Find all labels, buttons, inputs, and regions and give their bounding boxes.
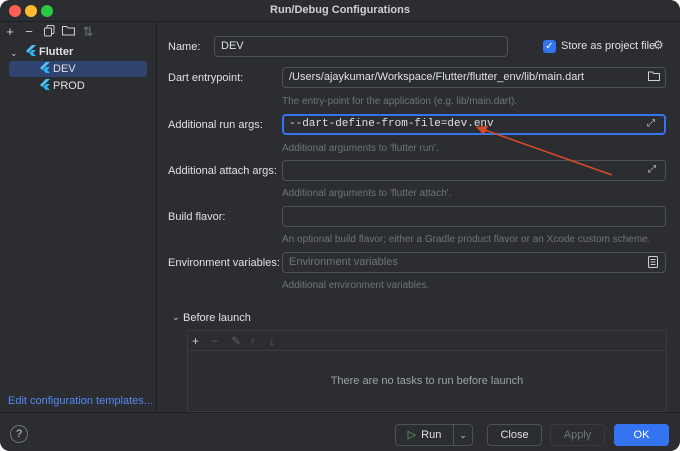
sort-icon[interactable]: ⇅ bbox=[81, 25, 95, 39]
tree-group-label: Flutter bbox=[39, 46, 74, 58]
tree-item-label: PROD bbox=[53, 80, 85, 92]
run-button-label: Run bbox=[421, 429, 442, 441]
edit-configuration-templates-link[interactable]: Edit configuration templates... bbox=[8, 395, 153, 407]
apply-button[interactable]: Apply bbox=[550, 424, 605, 446]
run-button[interactable]: ▷ Run ⌄ bbox=[395, 424, 473, 446]
additional-attach-args-label: Additional attach args: bbox=[168, 165, 277, 177]
folder-icon[interactable] bbox=[648, 71, 660, 83]
chevron-down-icon[interactable]: ⌄ bbox=[456, 425, 470, 445]
window-title: Run/Debug Configurations bbox=[270, 4, 410, 16]
edit-icon[interactable]: ✎ bbox=[231, 334, 241, 348]
build-flavor-hint: An optional build flavor; either a Gradl… bbox=[282, 234, 651, 245]
tree-selection-highlight bbox=[9, 61, 147, 77]
environment-variables-hint: Additional environment variables. bbox=[282, 280, 430, 291]
chevron-down-icon[interactable]: ⌄ bbox=[172, 312, 180, 323]
tree-item-label: DEV bbox=[53, 63, 76, 75]
before-launch-header[interactable]: Before launch bbox=[183, 312, 251, 324]
move-up-icon[interactable]: ↑ bbox=[250, 334, 256, 348]
additional-run-args-label: Additional run args: bbox=[168, 119, 263, 131]
dialog-footer: ? ▷ Run ⌄ Close Apply OK bbox=[0, 412, 680, 451]
help-button[interactable]: ? bbox=[10, 425, 28, 443]
ok-button[interactable]: OK bbox=[614, 424, 669, 446]
add-icon[interactable]: + bbox=[3, 25, 17, 39]
name-label: Name: bbox=[168, 41, 201, 53]
build-flavor-label: Build flavor: bbox=[168, 211, 226, 223]
edit-list-icon[interactable] bbox=[648, 256, 660, 268]
annotation-arrow bbox=[476, 126, 613, 176]
configurations-sidebar: + − ⇅ ⌄ Flutter DEV PROD Edit configurat… bbox=[0, 22, 157, 412]
expand-icon[interactable]: ⤢ bbox=[647, 119, 659, 131]
flutter-icon bbox=[40, 62, 50, 73]
tree-item-prod[interactable]: PROD bbox=[40, 78, 85, 94]
tree-group-flutter[interactable]: Flutter bbox=[26, 44, 73, 60]
environment-variables-field[interactable]: Environment variables bbox=[282, 252, 666, 273]
additional-attach-args-hint: Additional arguments to 'flutter attach'… bbox=[282, 188, 452, 199]
remove-icon[interactable]: − bbox=[211, 334, 218, 348]
dart-entrypoint-hint: The entry-point for the application (e.g… bbox=[282, 96, 518, 107]
close-button[interactable]: Close bbox=[487, 424, 542, 446]
flutter-icon bbox=[26, 45, 36, 56]
dart-entrypoint-field[interactable]: /Users/ajaykumar/Workspace/Flutter/flutt… bbox=[282, 67, 666, 88]
gear-icon[interactable]: ⚙ bbox=[653, 38, 664, 52]
run-split-divider bbox=[453, 425, 454, 445]
dart-entrypoint-label: Dart entrypoint: bbox=[168, 72, 244, 84]
new-folder-icon[interactable] bbox=[61, 25, 75, 39]
environment-variables-label: Environment variables: bbox=[168, 257, 280, 269]
tree-item-dev[interactable]: DEV bbox=[40, 61, 76, 77]
before-launch-panel: + − ✎ ↑ ↓ There are no tasks to run befo… bbox=[187, 330, 667, 412]
remove-icon[interactable]: − bbox=[22, 25, 36, 39]
chevron-down-icon[interactable]: ⌄ bbox=[10, 48, 18, 59]
environment-variables-placeholder: Environment variables bbox=[289, 256, 398, 268]
flutter-icon bbox=[40, 79, 50, 90]
before-launch-empty-text: There are no tasks to run before launch bbox=[330, 375, 524, 387]
play-icon: ▷ bbox=[407, 429, 417, 441]
configuration-form: Name: DEV ✓ Store as project file ⚙ Dart… bbox=[158, 22, 680, 412]
build-flavor-field[interactable] bbox=[282, 206, 666, 227]
run-debug-configurations-dialog: Run/Debug Configurations + − ⇅ ⌄ Flutter… bbox=[0, 0, 680, 451]
title-bar: Run/Debug Configurations bbox=[0, 0, 680, 22]
store-as-project-file-checkbox[interactable]: ✓ bbox=[543, 40, 556, 53]
expand-icon[interactable]: ⤢ bbox=[648, 164, 660, 176]
move-down-icon[interactable]: ↓ bbox=[269, 334, 275, 348]
before-launch-toolbar: + − ✎ ↑ ↓ bbox=[188, 331, 666, 351]
store-as-project-file-label: Store as project file bbox=[561, 40, 656, 52]
dart-entrypoint-value: /Users/ajaykumar/Workspace/Flutter/flutt… bbox=[289, 71, 585, 83]
copy-icon[interactable] bbox=[42, 25, 56, 39]
name-field[interactable]: DEV bbox=[214, 36, 508, 57]
add-icon[interactable]: + bbox=[192, 334, 199, 348]
additional-run-args-hint: Additional arguments to 'flutter run'. bbox=[282, 143, 439, 154]
